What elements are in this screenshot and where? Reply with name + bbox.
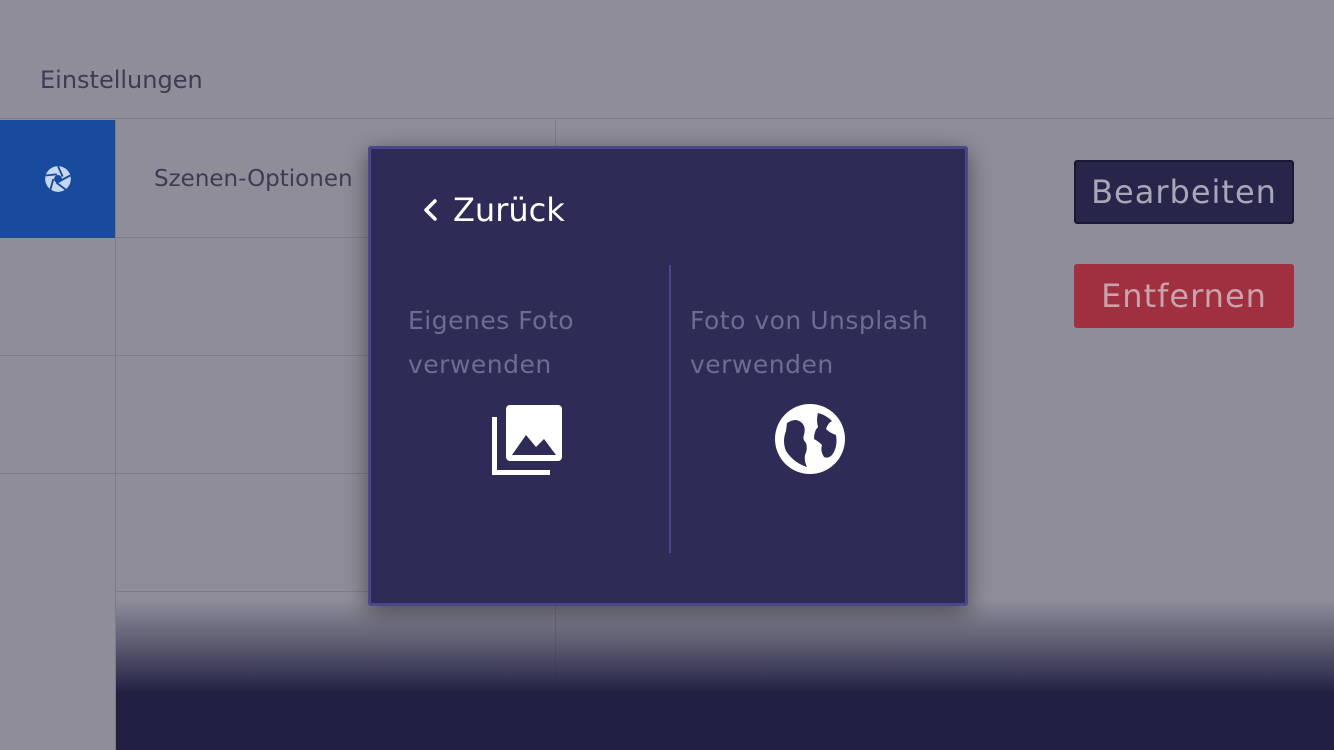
sidebar-item-scenes[interactable]	[0, 120, 115, 238]
bottom-overlay	[116, 600, 1334, 750]
edit-button[interactable]: Bearbeiten	[1074, 160, 1294, 224]
photo-library-icon	[492, 405, 562, 475]
back-button[interactable]: Zurück	[421, 191, 565, 229]
sidebar-item[interactable]	[0, 238, 115, 356]
aperture-icon	[44, 165, 71, 192]
sidebar	[0, 120, 116, 750]
page-title: Einstellungen	[40, 66, 203, 94]
own-photo-option[interactable]: Eigenes Foto verwenden	[408, 299, 668, 499]
remove-button[interactable]: Entfernen	[1074, 264, 1294, 328]
unsplash-photo-label: Foto von Unsplash verwenden	[690, 306, 929, 379]
unsplash-photo-option[interactable]: Foto von Unsplash verwenden	[690, 299, 950, 499]
chevron-left-icon	[424, 199, 437, 221]
back-label: Zurück	[453, 191, 565, 229]
list-item-label: Szenen-Optionen	[154, 165, 353, 192]
header: Einstellungen	[0, 0, 1334, 119]
own-photo-label: Eigenes Foto verwenden	[408, 306, 575, 379]
divider	[669, 265, 671, 553]
sidebar-item[interactable]	[0, 356, 115, 474]
globe-icon	[775, 404, 845, 474]
photo-source-dialog: Zurück Eigenes Foto verwenden Foto von U…	[368, 146, 968, 606]
